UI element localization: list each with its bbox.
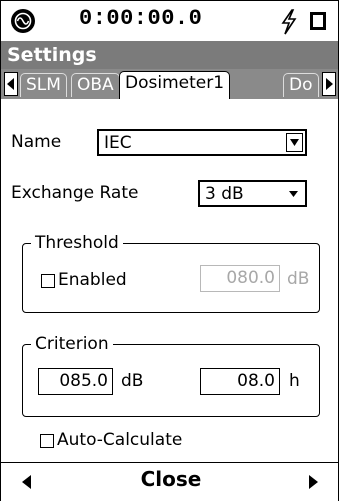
auto-calculate-label: Auto-Calculate bbox=[57, 430, 183, 450]
threshold-legend: Threshold bbox=[31, 233, 123, 253]
threshold-unit: dB bbox=[287, 269, 310, 289]
app-logo-icon[interactable] bbox=[11, 9, 35, 33]
auto-calculate-checkbox[interactable] bbox=[40, 434, 54, 448]
name-select[interactable]: IEC bbox=[97, 129, 307, 156]
criterion-legend: Criterion bbox=[31, 334, 113, 354]
close-button[interactable]: Close bbox=[111, 467, 231, 495]
lightning-bolt-icon bbox=[278, 9, 300, 35]
threshold-value-field: 080.0 bbox=[200, 265, 280, 292]
next-arrow-icon[interactable] bbox=[307, 474, 319, 490]
chevron-down-icon bbox=[290, 139, 299, 146]
title-bar: Settings bbox=[1, 41, 338, 69]
tab-dosimeter2[interactable]: Do bbox=[283, 73, 319, 97]
tab-oba[interactable]: OBA bbox=[71, 73, 120, 97]
bottom-bar: Close bbox=[1, 462, 338, 501]
criterion-time-field[interactable]: 08.0 bbox=[200, 368, 280, 395]
previous-arrow-icon[interactable] bbox=[21, 474, 33, 490]
threshold-enabled-checkbox[interactable] bbox=[41, 274, 55, 288]
threshold-enabled-label: Enabled bbox=[58, 270, 127, 290]
elapsed-timer: 0:00:00.0 bbox=[79, 6, 203, 31]
device-screen: 0:00:00.0 Settings SLM OBA Dosimeter1 Do… bbox=[0, 0, 339, 501]
chevron-down-icon bbox=[289, 191, 298, 197]
triangle-right-icon bbox=[326, 78, 333, 90]
name-value: IEC bbox=[104, 133, 132, 153]
exchange-rate-label: Exchange Rate bbox=[11, 183, 139, 203]
exchange-rate-select[interactable]: 3 dB bbox=[198, 180, 307, 207]
triangle-left-icon bbox=[7, 78, 14, 90]
tab-slm[interactable]: SLM bbox=[20, 73, 67, 97]
name-dropdown-button[interactable] bbox=[286, 133, 303, 152]
page-title: Settings bbox=[7, 44, 97, 66]
criterion-level-field[interactable]: 085.0 bbox=[38, 368, 113, 395]
tab-dosimeter1[interactable]: Dosimeter1 bbox=[119, 71, 231, 99]
criterion-time-unit: h bbox=[289, 371, 300, 391]
tab-scroll-right-button[interactable] bbox=[322, 72, 336, 96]
name-label: Name bbox=[11, 132, 62, 152]
status-bar: 0:00:00.0 bbox=[1, 1, 338, 41]
criterion-level-unit: dB bbox=[121, 371, 144, 391]
exchange-rate-value: 3 dB bbox=[205, 184, 244, 204]
tab-strip: SLM OBA Dosimeter1 Do bbox=[1, 69, 338, 99]
battery-icon bbox=[310, 12, 326, 30]
tab-scroll-left-button[interactable] bbox=[4, 72, 18, 96]
